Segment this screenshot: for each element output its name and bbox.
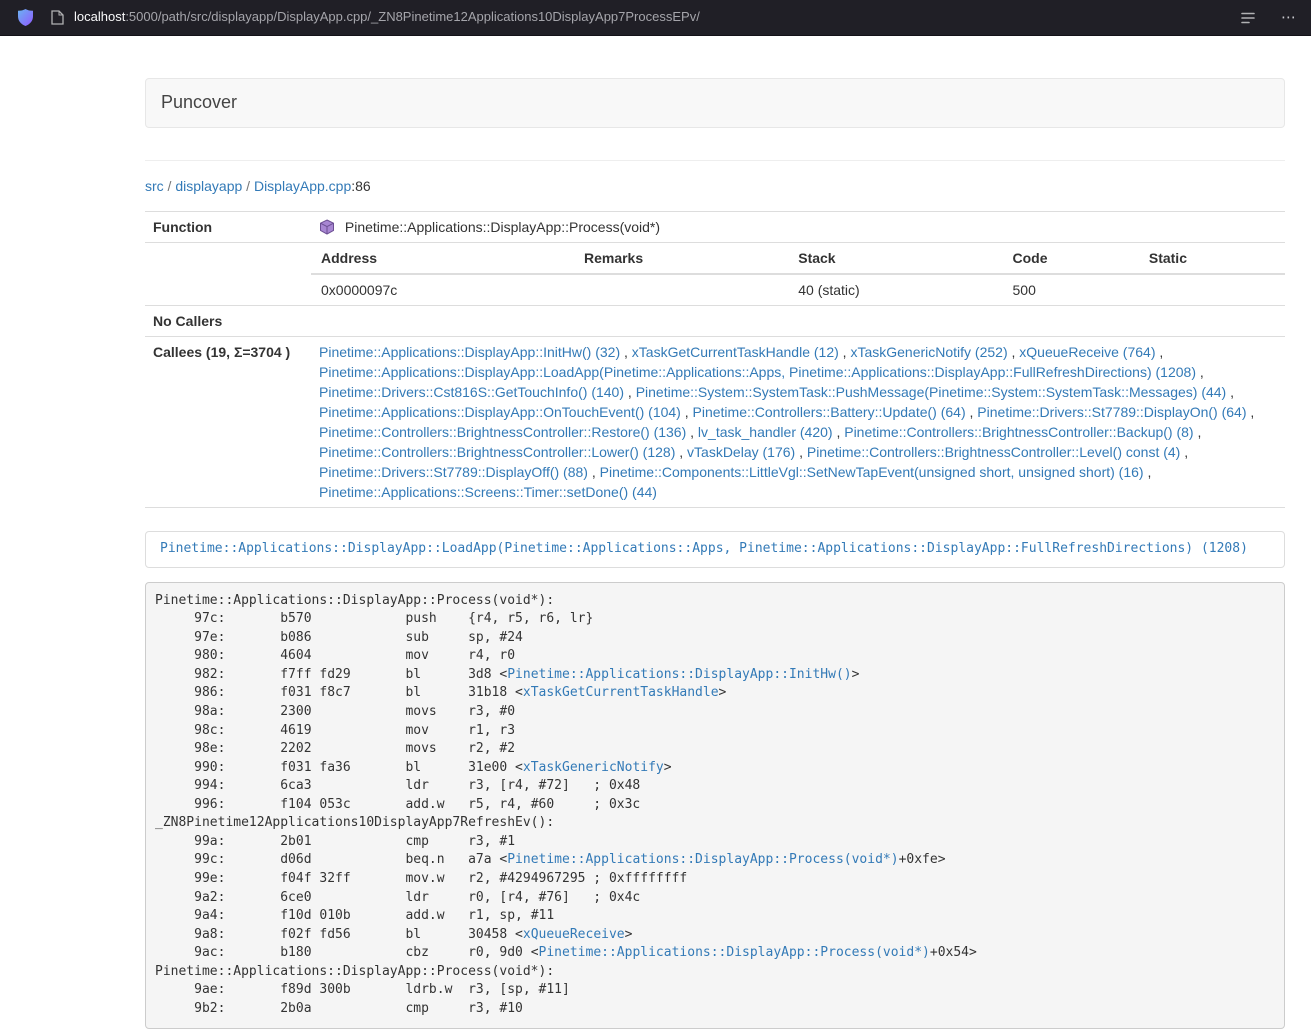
code-value: 500 — [1003, 274, 1139, 305]
no-callers-label: No Callers — [145, 306, 311, 337]
callee-link[interactable]: Pinetime::Applications::Screens::Timer::… — [319, 484, 657, 500]
disassembly-symbol-link[interactable]: Pinetime::Applications::DisplayApp::Init… — [507, 667, 851, 682]
function-table: Function Pinetime::Applications::Display… — [145, 211, 1285, 508]
navbar: Puncover — [145, 78, 1285, 128]
callee-link[interactable]: xTaskGetCurrentTaskHandle (12) — [632, 344, 839, 360]
url-bar[interactable]: localhost:5000/path/src/displayapp/Displ… — [74, 8, 700, 27]
stack-value: 40 (static) — [788, 274, 1002, 305]
page-info-icon[interactable] — [46, 7, 68, 29]
callee-link[interactable]: Pinetime::Drivers::St7789::DisplayOn() (… — [977, 404, 1246, 420]
column-address: Address — [311, 243, 574, 274]
callee-link[interactable]: Pinetime::Controllers::Battery::Update()… — [693, 404, 966, 420]
callee-link[interactable]: Pinetime::Controllers::BrightnessControl… — [807, 444, 1180, 460]
breadcrumb-link[interactable]: displayapp — [175, 178, 242, 194]
callee-link[interactable]: Pinetime::Drivers::St7789::DisplayOff() … — [319, 464, 588, 480]
breadcrumb-link[interactable]: DisplayApp.cpp — [254, 178, 351, 194]
symbol-box: Pinetime::Applications::DisplayApp::Load… — [145, 531, 1285, 568]
disassembly-symbol-link[interactable]: xTaskGenericNotify — [523, 760, 664, 775]
url-path: :5000/path/src/displayapp/DisplayApp.cpp… — [125, 9, 700, 24]
callee-link[interactable]: Pinetime::Applications::DisplayApp::Init… — [319, 344, 620, 360]
column-stack: Stack — [788, 243, 1002, 274]
disassembly-code: Pinetime::Applications::DisplayApp::Proc… — [145, 582, 1285, 1029]
breadcrumb-separator: / — [164, 178, 176, 194]
disassembly-symbol-link[interactable]: Pinetime::Applications::DisplayApp::Proc… — [507, 852, 898, 867]
brand-link[interactable]: Puncover — [146, 90, 252, 116]
breadcrumb-link[interactable]: src — [145, 178, 164, 194]
detail-value-row: 0x0000097c 40 (static) 500 — [311, 274, 1285, 305]
disassembly-symbol-link[interactable]: xTaskGetCurrentTaskHandle — [523, 685, 719, 700]
function-name: Pinetime::Applications::DisplayApp::Proc… — [345, 219, 660, 235]
callee-link[interactable]: Pinetime::Drivers::Cst816S::GetTouchInfo… — [319, 384, 624, 400]
callees-row: Callees (19, Σ=3704 ) Pinetime::Applicat… — [145, 337, 1285, 508]
breadcrumb-separator: / — [242, 178, 254, 194]
column-remarks: Remarks — [574, 243, 788, 274]
callee-link[interactable]: xTaskGenericNotify (252) — [850, 344, 1007, 360]
callees-list: Pinetime::Applications::DisplayApp::Init… — [311, 337, 1285, 508]
remarks-value — [574, 274, 788, 305]
no-callers-row: No Callers — [145, 306, 1285, 337]
callee-link[interactable]: xQueueReceive (764) — [1019, 344, 1155, 360]
callees-label: Callees (19, Σ=3704 ) — [145, 337, 311, 508]
callee-link[interactable]: Pinetime::Components::LittleVgl::SetNewT… — [600, 464, 1144, 480]
reader-view-icon[interactable] — [1237, 7, 1259, 29]
disassembly-symbol-link[interactable]: xQueueReceive — [523, 927, 625, 942]
column-static: Static — [1139, 243, 1285, 274]
function-label: Function — [145, 212, 311, 243]
detail-cell: Address Remarks Stack Code Static 0x0000… — [311, 243, 1285, 306]
address-value: 0x0000097c — [311, 274, 574, 305]
callee-link[interactable]: lv_task_handler (420) — [698, 424, 833, 440]
callee-link[interactable]: Pinetime::Controllers::BrightnessControl… — [844, 424, 1193, 440]
breadcrumb: src / displayapp / DisplayApp.cpp:86 — [145, 176, 1285, 196]
symbol-box-link[interactable]: Pinetime::Applications::DisplayApp::Load… — [160, 541, 1248, 556]
no-callers-cell — [311, 306, 1285, 337]
overflow-menu-icon[interactable]: ⋯ — [1281, 7, 1299, 29]
url-host: localhost — [74, 9, 125, 24]
detail-table: Address Remarks Stack Code Static 0x0000… — [311, 243, 1285, 305]
page-container: Puncover src / displayapp / DisplayApp.c… — [145, 78, 1285, 1029]
callee-link[interactable]: vTaskDelay (176) — [687, 444, 795, 460]
callee-link[interactable]: Pinetime::Controllers::BrightnessControl… — [319, 444, 675, 460]
function-name-cell: Pinetime::Applications::DisplayApp::Proc… — [311, 212, 1285, 243]
empty-rowhead — [145, 243, 311, 306]
breadcrumb-line-number: :86 — [351, 178, 370, 194]
callee-link[interactable]: Pinetime::System::SystemTask::PushMessag… — [636, 384, 1227, 400]
static-value — [1139, 274, 1285, 305]
function-row: Function Pinetime::Applications::Display… — [145, 212, 1285, 243]
divider — [145, 160, 1285, 161]
column-code: Code — [1003, 243, 1139, 274]
tracking-protection-shield-icon[interactable] — [14, 7, 36, 29]
browser-toolbar: localhost:5000/path/src/displayapp/Displ… — [0, 0, 1311, 36]
callee-link[interactable]: Pinetime::Controllers::BrightnessControl… — [319, 424, 686, 440]
disassembly-symbol-link[interactable]: Pinetime::Applications::DisplayApp::Proc… — [539, 945, 930, 960]
callee-link[interactable]: Pinetime::Applications::DisplayApp::Load… — [319, 364, 1196, 380]
function-detail-row: Address Remarks Stack Code Static 0x0000… — [145, 243, 1285, 306]
method-icon — [319, 219, 345, 235]
detail-header-row: Address Remarks Stack Code Static — [311, 243, 1285, 274]
callee-link[interactable]: Pinetime::Applications::DisplayApp::OnTo… — [319, 404, 681, 420]
